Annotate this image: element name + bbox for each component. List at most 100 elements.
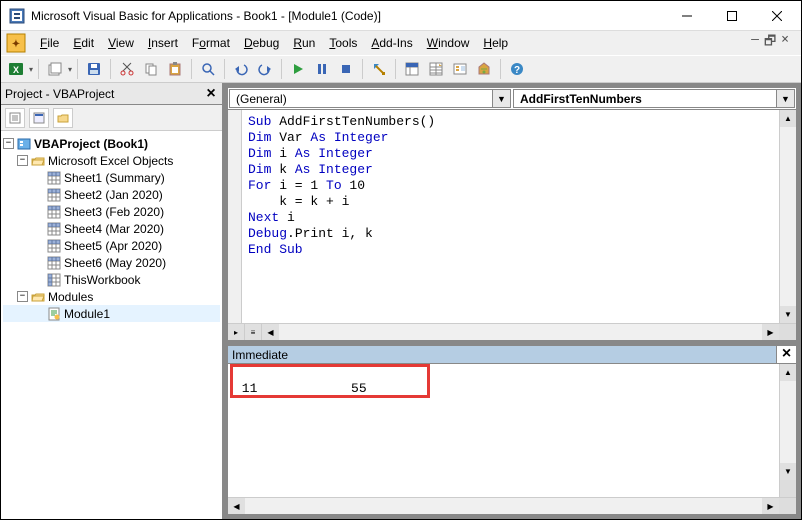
break-button[interactable] bbox=[311, 58, 333, 80]
copy-button[interactable] bbox=[140, 58, 162, 80]
mdi-window-controls: – 🗗 × bbox=[751, 32, 797, 54]
tree-folder-modules[interactable]: − Modules bbox=[3, 288, 220, 305]
help-button[interactable]: ? bbox=[506, 58, 528, 80]
mdi-close-button[interactable]: × bbox=[781, 32, 789, 54]
full-module-view-button[interactable]: ≡ bbox=[245, 324, 262, 340]
immediate-vertical-scrollbar[interactable]: ▲ ▼ bbox=[779, 364, 796, 497]
collapse-icon[interactable]: − bbox=[17, 291, 28, 302]
paste-button[interactable] bbox=[164, 58, 186, 80]
toolbox-button[interactable] bbox=[473, 58, 495, 80]
scroll-right-icon[interactable]: ▶ bbox=[762, 498, 779, 514]
worksheet-icon bbox=[47, 171, 61, 185]
reset-button[interactable] bbox=[335, 58, 357, 80]
scroll-down-icon[interactable]: ▼ bbox=[780, 306, 796, 323]
toggle-folders-button[interactable] bbox=[53, 108, 73, 128]
undo-button[interactable] bbox=[230, 58, 252, 80]
menu-format[interactable]: Format bbox=[185, 33, 237, 53]
immediate-window: Immediate × 11 55 ▲ ▼ ◀ ▶ bbox=[227, 345, 797, 515]
scroll-down-icon[interactable]: ▼ bbox=[780, 463, 796, 480]
dropdown-arrow-icon[interactable]: ▼ bbox=[492, 90, 510, 107]
code-vertical-scrollbar[interactable]: ▲ ▼ bbox=[779, 110, 796, 323]
tree-sheet-item[interactable]: Sheet2 (Jan 2020) bbox=[3, 186, 220, 203]
code-editor[interactable]: Sub AddFirstTenNumbers() Dim Var As Inte… bbox=[242, 110, 779, 323]
window-minimize-button[interactable] bbox=[664, 2, 709, 30]
tree-sheet-item[interactable]: Sheet3 (Feb 2020) bbox=[3, 203, 220, 220]
tree-folder-label: Modules bbox=[48, 290, 93, 304]
immediate-window-text[interactable]: 11 55 bbox=[228, 364, 779, 497]
object-combo[interactable]: (General) ▼ bbox=[229, 89, 511, 108]
design-mode-button[interactable] bbox=[368, 58, 390, 80]
project-explorer-close-button[interactable]: × bbox=[200, 85, 222, 103]
scroll-right-icon[interactable]: ▶ bbox=[762, 324, 779, 340]
find-button[interactable] bbox=[197, 58, 219, 80]
tree-thisworkbook-item[interactable]: ThisWorkbook bbox=[3, 271, 220, 288]
scroll-left-icon[interactable]: ◀ bbox=[228, 498, 245, 514]
save-button[interactable] bbox=[83, 58, 105, 80]
scroll-left-icon[interactable]: ◀ bbox=[262, 324, 279, 340]
tree-folder-label: Microsoft Excel Objects bbox=[48, 154, 173, 168]
svg-text:X: X bbox=[13, 65, 19, 75]
menu-view[interactable]: View bbox=[101, 33, 141, 53]
menu-window[interactable]: Window bbox=[420, 33, 477, 53]
project-tree[interactable]: − VBAProject (Book1) − Microsoft Excel O… bbox=[1, 131, 222, 519]
window-maximize-button[interactable] bbox=[709, 2, 754, 30]
tree-sheet-item[interactable]: Sheet1 (Summary) bbox=[3, 169, 220, 186]
menu-debug[interactable]: Debug bbox=[237, 33, 286, 53]
tree-sheet-item[interactable]: Sheet5 (Apr 2020) bbox=[3, 237, 220, 254]
dropdown-arrow-icon[interactable]: ▾ bbox=[29, 65, 33, 74]
folder-open-icon bbox=[31, 290, 45, 304]
project-explorer-toolbar bbox=[1, 105, 222, 131]
collapse-icon[interactable]: − bbox=[3, 138, 14, 149]
view-excel-button[interactable]: X bbox=[5, 58, 27, 80]
object-combo-value: (General) bbox=[236, 92, 287, 106]
scroll-up-icon[interactable]: ▲ bbox=[780, 110, 796, 127]
tree-item-label: Sheet3 (Feb 2020) bbox=[64, 205, 164, 219]
menu-addins[interactable]: Add-Ins bbox=[364, 33, 419, 53]
cut-button[interactable] bbox=[116, 58, 138, 80]
code-window: (General) ▼ AddFirstTenNumbers ▼ Sub Add… bbox=[227, 87, 797, 341]
menu-insert[interactable]: Insert bbox=[141, 33, 185, 53]
immediate-horizontal-scrollbar[interactable]: ◀ ▶ bbox=[228, 497, 796, 514]
run-button[interactable] bbox=[287, 58, 309, 80]
view-object-button[interactable] bbox=[29, 108, 49, 128]
procedure-view-button[interactable]: ▸ bbox=[228, 324, 245, 340]
tree-folder-excel-objects[interactable]: − Microsoft Excel Objects bbox=[3, 152, 220, 169]
procedure-combo-value: AddFirstTenNumbers bbox=[520, 92, 642, 106]
tree-sheet-item[interactable]: Sheet6 (May 2020) bbox=[3, 254, 220, 271]
window-title: Microsoft Visual Basic for Applications … bbox=[31, 9, 664, 23]
view-code-button[interactable] bbox=[5, 108, 25, 128]
code-horizontal-scrollbar[interactable]: ▸ ≡ ◀ ▶ bbox=[228, 323, 796, 340]
window-close-button[interactable] bbox=[754, 2, 799, 30]
mdi-restore-button[interactable]: 🗗 bbox=[764, 32, 776, 54]
dropdown-arrow-icon[interactable]: ▼ bbox=[776, 90, 794, 107]
immediate-window-close-button[interactable]: × bbox=[776, 346, 796, 363]
menu-file[interactable]: File bbox=[33, 33, 66, 53]
object-browser-button[interactable] bbox=[449, 58, 471, 80]
menu-run[interactable]: Run bbox=[286, 33, 322, 53]
tree-sheet-item[interactable]: Sheet4 (Mar 2020) bbox=[3, 220, 220, 237]
collapse-icon[interactable]: − bbox=[17, 155, 28, 166]
tree-item-label: Sheet6 (May 2020) bbox=[64, 256, 166, 270]
immediate-window-titlebar[interactable]: Immediate × bbox=[228, 346, 796, 364]
mdi-area: (General) ▼ AddFirstTenNumbers ▼ Sub Add… bbox=[223, 83, 801, 519]
project-explorer-button[interactable] bbox=[401, 58, 423, 80]
tree-item-label: ThisWorkbook bbox=[64, 273, 140, 287]
worksheet-icon bbox=[47, 188, 61, 202]
mdi-minimize-button[interactable]: – bbox=[751, 32, 759, 54]
menu-tools[interactable]: Tools bbox=[322, 33, 364, 53]
dropdown-arrow-icon[interactable]: ▾ bbox=[68, 65, 72, 74]
tree-root[interactable]: − VBAProject (Book1) bbox=[3, 135, 220, 152]
menu-help[interactable]: Help bbox=[476, 33, 515, 53]
code-margin[interactable] bbox=[228, 110, 242, 323]
insert-item-button[interactable] bbox=[44, 58, 66, 80]
properties-window-button[interactable] bbox=[425, 58, 447, 80]
tree-module-item[interactable]: Module1 bbox=[3, 305, 220, 322]
menu-edit[interactable]: Edit bbox=[66, 33, 101, 53]
tree-item-label: Sheet4 (Mar 2020) bbox=[64, 222, 164, 236]
scroll-up-icon[interactable]: ▲ bbox=[780, 364, 796, 381]
tree-root-label: VBAProject (Book1) bbox=[34, 137, 148, 151]
code-combo-row: (General) ▼ AddFirstTenNumbers ▼ bbox=[228, 88, 796, 110]
procedure-combo[interactable]: AddFirstTenNumbers ▼ bbox=[513, 89, 795, 108]
redo-button[interactable] bbox=[254, 58, 276, 80]
project-explorer-pane: Project - VBAProject × − VBAProject (Boo… bbox=[1, 83, 223, 519]
